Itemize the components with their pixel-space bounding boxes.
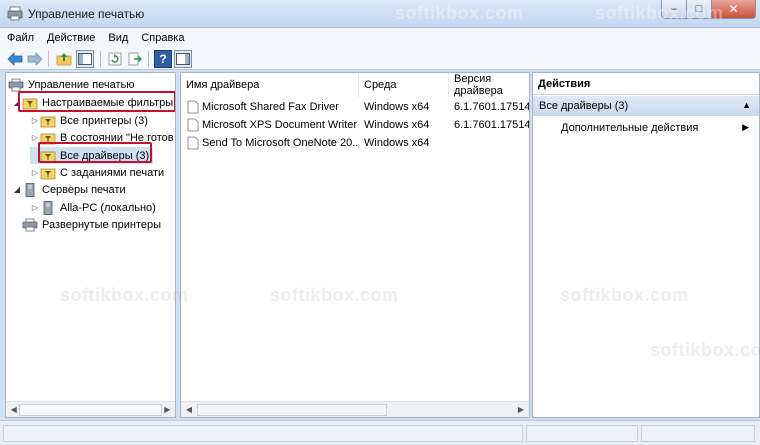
window-title: Управление печатью	[28, 7, 145, 21]
tree-label: Управление печатью	[28, 78, 135, 91]
driver-environment: Windows x64	[364, 101, 430, 113]
refresh-icon	[108, 52, 122, 66]
collapsed-arrow-icon: ▷	[31, 133, 39, 142]
server-icon	[25, 182, 35, 197]
tree-label: Серверы печати	[42, 183, 126, 196]
back-arrow-icon	[7, 52, 23, 66]
table-row[interactable]: Microsoft XPS Document Writer Windows x6…	[181, 116, 529, 134]
status-cell	[641, 425, 755, 442]
status-cell	[3, 425, 523, 442]
submenu-arrow-icon: ▶	[742, 122, 749, 132]
scroll-left-icon[interactable]: ◀	[8, 405, 19, 414]
folder-up-icon	[56, 53, 72, 66]
menu-file[interactable]: Файл	[7, 32, 34, 44]
toolbar: ?	[0, 48, 760, 70]
collapsed-arrow-icon: ▷	[31, 116, 39, 125]
driver-icon	[187, 118, 199, 132]
collapsed-arrow-icon: ▷	[31, 203, 39, 212]
scroll-thumb[interactable]	[197, 403, 387, 416]
filter-folder-icon	[40, 116, 56, 127]
driver-environment: Windows x64	[364, 119, 430, 131]
column-header-driver-name[interactable]: Имя драйвера	[181, 73, 359, 97]
help-button[interactable]: ?	[154, 50, 172, 68]
tree-label: Развернутые принтеры	[42, 218, 162, 231]
minimize-icon: –	[670, 3, 678, 15]
collapsed-arrow-icon: ▷	[31, 168, 39, 177]
tree-item-with-jobs[interactable]: ▷ С заданиями печати	[30, 164, 164, 181]
all-drivers-highlight	[38, 142, 152, 163]
tree-item-print-servers[interactable]: ◢ Серверы печати	[12, 181, 126, 198]
forward-arrow-icon	[27, 52, 43, 66]
driver-icon	[187, 136, 199, 150]
action-pane-icon	[176, 53, 190, 65]
tree-label: Все принтеры (3)	[60, 114, 148, 127]
actions-header: Действия	[533, 73, 759, 95]
status-bar	[0, 420, 760, 445]
back-button[interactable]	[6, 50, 24, 68]
close-icon: ✕	[728, 2, 739, 16]
printer-icon	[22, 218, 38, 231]
export-list-button[interactable]	[126, 50, 144, 68]
close-button[interactable]: ✕	[712, 0, 756, 19]
menu-bar: Файл Действие Вид Справка	[0, 28, 760, 48]
export-icon	[128, 52, 142, 66]
filter-folder-icon	[40, 168, 56, 179]
driver-name: Send To Microsoft OneNote 20...	[202, 137, 357, 149]
printer-icon	[8, 78, 24, 91]
more-actions-item[interactable]: Дополнительные действия	[561, 122, 698, 134]
refresh-button[interactable]	[106, 50, 124, 68]
table-row[interactable]: Microsoft Shared Fax Driver Windows x64 …	[181, 98, 529, 116]
driver-name: Microsoft XPS Document Writer	[202, 119, 357, 131]
actions-pane: Действия Все драйверы (3) ▲ Дополнительн…	[532, 72, 760, 418]
expanded-arrow-icon: ◢	[13, 185, 21, 194]
tree-item-local-pc[interactable]: ▷ Alla-PC (локально)	[30, 199, 156, 216]
tree-horizontal-scrollbar[interactable]: ◀ ▶	[6, 401, 175, 417]
scroll-right-icon[interactable]: ▶	[515, 405, 527, 414]
tree-label: Alla-PC (локально)	[60, 201, 156, 214]
status-cell	[526, 425, 638, 442]
tree-item-all-printers[interactable]: ▷ Все принтеры (3)	[30, 112, 148, 129]
up-folder-button[interactable]	[55, 50, 73, 68]
driver-icon	[187, 100, 199, 114]
scroll-right-icon[interactable]: ▶	[162, 405, 173, 414]
table-row[interactable]: Send To Microsoft OneNote 20... Windows …	[181, 134, 529, 152]
custom-filters-highlight	[18, 91, 175, 112]
print-management-icon	[7, 6, 23, 21]
menu-view[interactable]: Вид	[108, 32, 128, 44]
minimize-button[interactable]: –	[661, 0, 687, 19]
console-tree-pane: Управление печатью ◢ Настраиваемые фильт…	[5, 72, 176, 418]
title-bar: Управление печатью – □ ✕	[0, 0, 760, 28]
actions-section-label: Все драйверы (3)	[539, 100, 629, 112]
scroll-left-icon[interactable]: ◀	[183, 405, 195, 414]
maximize-icon: □	[695, 3, 703, 15]
drivers-list-pane: Имя драйвера Среда Версия драйвера Micro…	[180, 72, 530, 418]
maximize-button[interactable]: □	[687, 0, 712, 19]
column-header-environment[interactable]: Среда	[359, 73, 449, 97]
forward-button[interactable]	[26, 50, 44, 68]
tree-item-deployed-printers[interactable]: Развернутые принтеры	[22, 216, 161, 233]
help-icon: ?	[159, 52, 167, 66]
menu-help[interactable]: Справка	[141, 32, 184, 44]
collapse-section-icon[interactable]: ▲	[742, 100, 751, 110]
driver-environment: Windows x64	[364, 137, 430, 149]
driver-name: Microsoft Shared Fax Driver	[202, 101, 339, 113]
show-hide-action-pane-button[interactable]	[174, 50, 192, 68]
more-actions-label: Дополнительные действия	[561, 122, 699, 134]
menu-action[interactable]: Действие	[47, 32, 95, 44]
driver-version: 6.1.7601.17514	[454, 101, 529, 113]
console-tree-icon	[78, 53, 92, 65]
list-horizontal-scrollbar[interactable]: ◀ ▶	[181, 401, 529, 417]
actions-section-all-drivers[interactable]: Все драйверы (3) ▲	[533, 96, 759, 116]
column-header-driver-version[interactable]: Версия драйвера	[449, 73, 529, 97]
show-hide-tree-button[interactable]	[76, 50, 94, 68]
tree-label: С заданиями печати	[60, 166, 165, 179]
server-icon	[43, 200, 53, 215]
scroll-track[interactable]	[19, 403, 162, 416]
driver-version: 6.1.7601.17514	[454, 119, 529, 131]
